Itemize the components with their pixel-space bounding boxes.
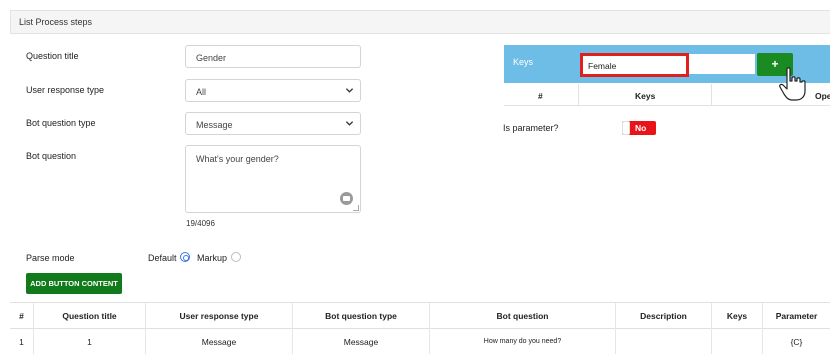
- parse-mode-label: Parse mode: [26, 253, 75, 263]
- divider: [578, 84, 579, 106]
- toggle-text: No: [635, 123, 647, 133]
- cell-parameter: {C}: [790, 337, 803, 347]
- cell-description: [616, 329, 712, 354]
- cell-question-title: 1: [34, 329, 146, 354]
- question-title-value: Gender: [196, 53, 227, 63]
- chevron-down-icon: [345, 88, 354, 93]
- parse-mode-markup-label: Markup: [197, 253, 228, 263]
- table-header-row: # Question title User response type Bot …: [10, 303, 830, 329]
- col-question-title: Question title: [34, 303, 146, 329]
- col-bot-question-type: Bot question type: [293, 303, 430, 329]
- col-user-response-type: User response type: [146, 303, 293, 329]
- cell-bot-question: How many do you need?: [430, 329, 616, 354]
- is-parameter-toggle[interactable]: No: [622, 121, 656, 135]
- col-number: #: [10, 303, 34, 329]
- parse-mode-default-label: Default: [148, 253, 177, 263]
- keys-input-extension[interactable]: [689, 54, 755, 74]
- add-button-content-button[interactable]: ADD BUTTON CONTENT: [26, 273, 122, 294]
- bot-question-type-value: Message: [196, 120, 233, 130]
- parse-mode-default-radio[interactable]: [180, 252, 190, 262]
- page-title: List Process steps: [19, 17, 93, 27]
- bot-question-type-select[interactable]: Message: [185, 112, 361, 135]
- question-title-label: Question title: [26, 51, 79, 61]
- keys-col-keys: Keys: [635, 91, 656, 101]
- keys-label: Keys: [513, 57, 534, 67]
- divider: [711, 84, 712, 106]
- page-header: List Process steps: [10, 10, 830, 34]
- col-description: Description: [616, 303, 712, 329]
- table-row[interactable]: 1 1 Message Message How many do you need…: [10, 329, 830, 354]
- toggle-knob: [622, 121, 630, 135]
- user-response-type-label: User response type: [26, 85, 105, 95]
- bot-question-textarea[interactable]: What's your gender?: [185, 145, 361, 213]
- character-counter: 19/4096: [186, 219, 215, 228]
- question-title-input[interactable]: Gender: [185, 45, 361, 68]
- keys-input-value: Female: [588, 61, 617, 71]
- cell-keys: [712, 329, 763, 354]
- user-response-type-value: All: [196, 87, 207, 97]
- bot-question-value: What's your gender?: [196, 154, 279, 164]
- keys-col-operations: Ope: [815, 91, 830, 101]
- cell-user-response-type: Message: [146, 329, 293, 354]
- camera-icon[interactable]: [340, 192, 353, 205]
- process-steps-table: # Question title User response type Bot …: [10, 302, 830, 354]
- parse-mode-markup-radio[interactable]: [231, 252, 241, 262]
- col-keys: Keys: [712, 303, 763, 329]
- keys-col-number: #: [538, 91, 543, 101]
- user-response-type-select[interactable]: All: [185, 79, 361, 102]
- keys-table-header: # Keys Ope: [504, 84, 830, 106]
- bot-question-type-label: Bot question type: [26, 118, 96, 128]
- cell-number: 1: [10, 329, 34, 354]
- keys-input[interactable]: Female: [580, 53, 689, 77]
- col-bot-question: Bot question: [430, 303, 616, 329]
- cell-bot-question-type: Message: [293, 329, 430, 354]
- col-parameter: Parameter: [775, 311, 818, 321]
- resize-handle[interactable]: [353, 205, 359, 211]
- chevron-down-icon: [345, 121, 354, 126]
- bot-question-label: Bot question: [26, 151, 77, 161]
- is-parameter-label: Is parameter?: [503, 123, 559, 133]
